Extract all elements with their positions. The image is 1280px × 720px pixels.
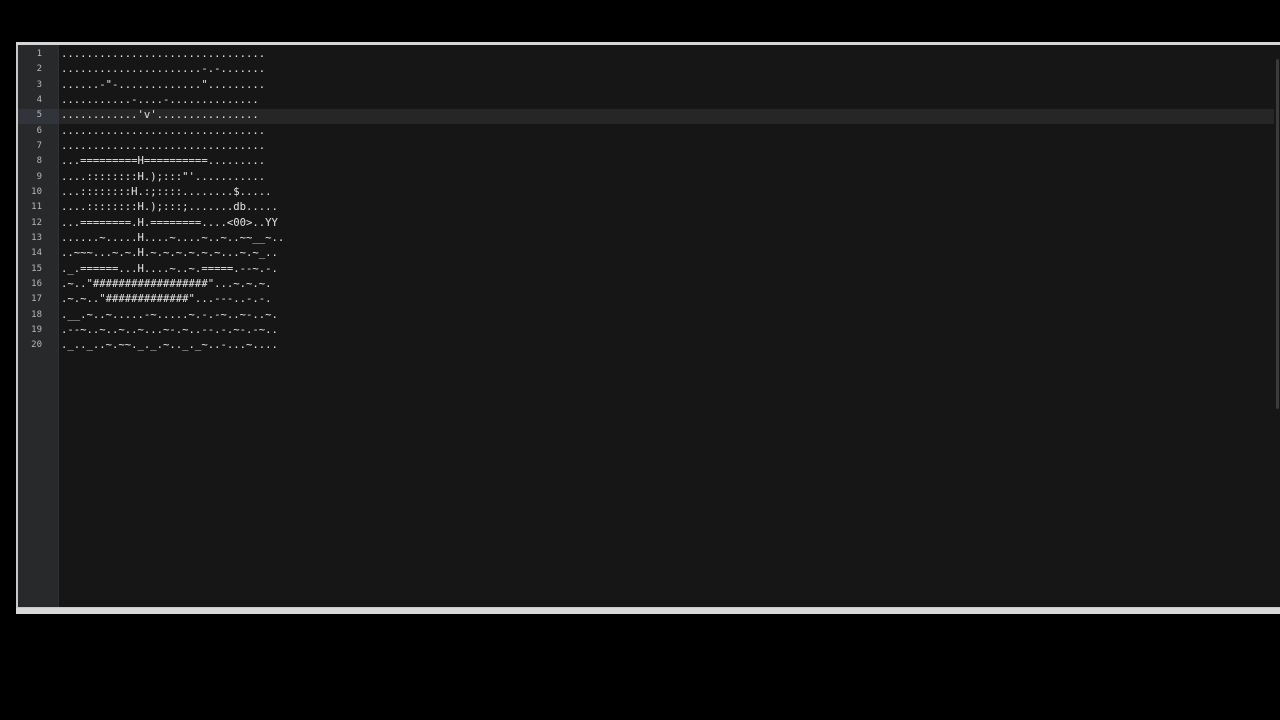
line-number: 11 [31, 202, 42, 212]
line-number: 20 [31, 340, 42, 350]
code-line[interactable]: ................................ [61, 47, 265, 61]
line-number: 1 [36, 49, 42, 59]
line-number: 15 [31, 264, 42, 274]
code-line[interactable]: ......-"-............."......... [61, 78, 265, 92]
code-line[interactable]: ................................ [61, 139, 265, 153]
window-bottom-bar [16, 608, 1280, 614]
line-number: 5 [36, 110, 42, 120]
line-number: 17 [31, 294, 42, 304]
code-line[interactable]: ...========.H.========....<00>..YY [61, 216, 278, 230]
code-line[interactable]: ............'v'................ [61, 108, 259, 122]
code-line[interactable]: ......~.....H....~....~..~..~~__~.. [61, 231, 284, 245]
line-number: 19 [31, 325, 42, 335]
code-area[interactable]: ................................ .......… [59, 45, 1274, 607]
line-number: 10 [31, 187, 42, 197]
line-number: 4 [36, 95, 42, 105]
line-number: 9 [36, 172, 42, 182]
code-line[interactable]: ...=========H==========......... [61, 154, 265, 168]
line-number: 16 [31, 279, 42, 289]
vertical-scrollbar[interactable] [1274, 45, 1280, 607]
code-line[interactable]: ....::::::::H.);:::"'........... [61, 170, 265, 184]
code-line[interactable]: ................................ [61, 124, 265, 138]
code-line[interactable]: ......................-.-....... [61, 62, 265, 76]
line-number: 2 [36, 64, 42, 74]
code-editor[interactable]: 1 2 3 4 5 6 7 8 9 10 11 12 13 14 15 16 1… [18, 45, 1280, 607]
line-number: 13 [31, 233, 42, 243]
code-line[interactable]: ....::::::::H.);:::;.......db..... [61, 200, 278, 214]
code-line[interactable]: .~.."##################"...~.~.~. [61, 277, 271, 291]
code-line[interactable]: .~.~.."#############"...---..-.-. [61, 292, 271, 306]
code-line[interactable]: ..~~~...~.~.H.~.~.~.~.~.~...~.~_.. [61, 246, 278, 260]
line-number: 7 [36, 141, 42, 151]
line-number: 3 [36, 80, 42, 90]
code-line[interactable]: .__.~..~.....-~.....~.-.-~..~-..~. [61, 308, 278, 322]
line-number: 12 [31, 218, 42, 228]
scrollbar-thumb[interactable] [1276, 59, 1279, 409]
code-line[interactable]: ...........-....-.............. [61, 93, 259, 107]
code-line[interactable]: ._.======...H....~..~.=====.--~.-. [61, 262, 278, 276]
code-line[interactable]: ._.._..~.~~._._.~.._._~..-...~.... [61, 338, 278, 352]
line-number: 18 [31, 310, 42, 320]
line-number: 6 [36, 126, 42, 136]
line-number: 8 [36, 156, 42, 166]
line-number-gutter: 1 2 3 4 5 6 7 8 9 10 11 12 13 14 15 16 1… [18, 45, 59, 607]
code-line[interactable]: ...::::::::H.:;::::........$..... [61, 185, 271, 199]
code-line[interactable]: .--~..~..~..~...~-.~..--.-.~-.-~.. [61, 323, 278, 337]
line-number: 14 [31, 248, 42, 258]
editor-window: 1 2 3 4 5 6 7 8 9 10 11 12 13 14 15 16 1… [16, 42, 1280, 614]
